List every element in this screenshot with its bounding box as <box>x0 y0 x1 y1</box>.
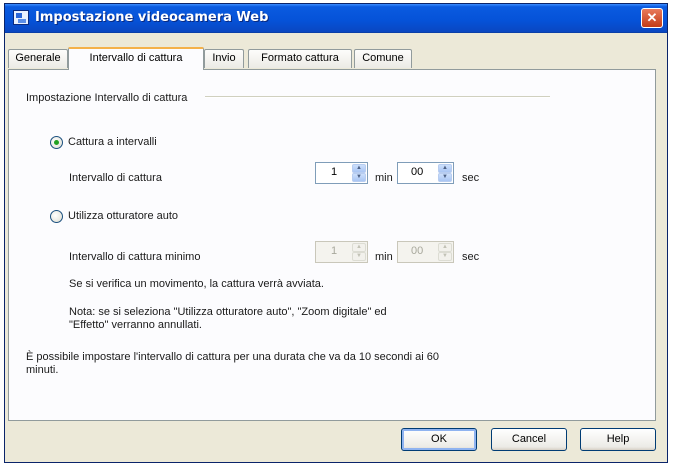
spin-up-icon: ▲ <box>352 243 366 252</box>
interval-seconds-spinner[interactable]: 00 ▲ ▼ <box>397 162 454 184</box>
motion-note: Se si verifica un movimento, la cattura … <box>69 278 324 290</box>
auto-shutter-radio[interactable] <box>50 210 63 223</box>
tab-generale[interactable]: Generale <box>8 49 68 68</box>
range-note: È possibile impostare l'intervallo di ca… <box>26 351 440 376</box>
section-title: Impostazione Intervallo di cattura <box>26 92 188 104</box>
section-divider <box>205 96 550 98</box>
minimum-seconds-arrows: ▲ ▼ <box>438 243 452 261</box>
auto-shutter-label[interactable]: Utilizza otturatore auto <box>68 210 178 223</box>
spin-down-icon: ▼ <box>438 252 452 261</box>
interval-minutes-spinner[interactable]: 1 ▲ ▼ <box>315 162 368 184</box>
capture-interval-label[interactable]: Cattura a intervalli <box>68 136 157 149</box>
minimum-minutes-spinner: 1 ▲ ▼ <box>315 241 368 263</box>
spin-down-icon: ▼ <box>352 252 366 261</box>
minimum-seconds-spinner: 00 ▲ ▼ <box>397 241 454 263</box>
spin-down-icon[interactable]: ▼ <box>352 173 366 182</box>
interval-seconds-value[interactable]: 00 <box>411 166 423 178</box>
spin-up-icon[interactable]: ▲ <box>438 164 452 173</box>
capture-interval-radio[interactable] <box>50 136 63 149</box>
interval-minutes-unit: min <box>375 172 393 184</box>
webcam-settings-icon <box>13 10 29 25</box>
interval-minutes-arrows[interactable]: ▲ ▼ <box>352 164 366 182</box>
auto-shutter-note: Nota: se si seleziona "Utilizza otturato… <box>69 306 387 331</box>
spin-down-icon[interactable]: ▼ <box>438 173 452 182</box>
minimum-minutes-unit: min <box>375 251 393 263</box>
help-button[interactable]: Help <box>580 428 656 451</box>
tab-formato-cattura[interactable]: Formato cattura <box>248 49 352 68</box>
close-button[interactable]: ✕ <box>641 8 663 28</box>
minimum-minutes-value: 1 <box>331 245 338 257</box>
interval-seconds-unit: sec <box>462 172 480 184</box>
tab-invio[interactable]: Invio <box>204 49 244 68</box>
minimum-seconds-value: 00 <box>411 245 424 257</box>
minimum-seconds-unit: sec <box>462 251 480 263</box>
minimum-interval-field-label: Intervallo di cattura minimo <box>69 251 201 263</box>
cancel-button[interactable]: Cancel <box>491 428 567 451</box>
ok-button[interactable]: OK <box>401 428 477 451</box>
title-bar[interactable]: Impostazione videocamera Web ✕ <box>5 4 667 33</box>
minimum-minutes-arrows: ▲ ▼ <box>352 243 366 261</box>
tab-comune[interactable]: Comune <box>354 49 412 68</box>
window-title: Impostazione videocamera Web <box>35 10 269 25</box>
tab-intervallo-di-cattura[interactable]: Intervallo di cattura <box>68 47 204 70</box>
interval-seconds-arrows[interactable]: ▲ ▼ <box>438 164 452 182</box>
spin-up-icon[interactable]: ▲ <box>352 164 366 173</box>
spin-up-icon: ▲ <box>438 243 452 252</box>
capture-interval-field-label: Intervallo di cattura <box>69 172 162 184</box>
interval-minutes-value[interactable]: 1 <box>331 166 337 178</box>
